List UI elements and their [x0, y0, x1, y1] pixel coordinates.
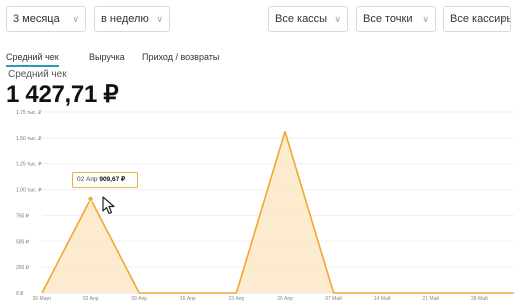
- x-tick-label: 07 Май: [325, 295, 342, 301]
- y-tick-label: 500 ₽: [16, 239, 30, 245]
- x-tick-label: 21 Май: [422, 295, 439, 301]
- y-tick-label: 1.25 тыс. ₽: [16, 162, 42, 168]
- tab-revenue[interactable]: Выручка: [89, 52, 125, 62]
- x-tick-label: 09 Апр: [131, 296, 147, 301]
- tooltip-date: 02 Апр: [77, 176, 98, 183]
- points-select[interactable]: Все точки ∨: [356, 6, 436, 32]
- chevron-down-icon: ∨: [72, 14, 79, 24]
- data-point-highlight[interactable]: [87, 195, 94, 202]
- y-tick-label: 1.50 тыс. ₽: [16, 136, 42, 142]
- x-tick-label: 02 Апр: [83, 296, 99, 301]
- mouse-pointer-icon: [102, 196, 115, 215]
- period-select-value: 3 месяца: [13, 13, 60, 25]
- cash-registers-select[interactable]: Все кассы ∨: [268, 6, 348, 32]
- points-select-value: Все точки: [363, 13, 413, 25]
- y-tick-label: 750 ₽: [16, 213, 30, 219]
- cash-registers-select-value: Все кассы: [275, 13, 328, 25]
- chevron-down-icon: ∨: [334, 14, 341, 24]
- y-tick-label: 250 ₽: [16, 265, 30, 271]
- chevron-down-icon: ∨: [501, 14, 508, 24]
- x-tick-label: 30 Апр: [277, 296, 293, 301]
- y-tick-label: 0 ₽: [16, 291, 24, 297]
- x-tick-label: 26 Март: [33, 296, 53, 301]
- tooltip-value: 909,67 ₽: [99, 176, 126, 183]
- tab-average-check[interactable]: Средний чек: [6, 52, 59, 67]
- y-tick-label: 1.75 тыс. ₽: [16, 110, 42, 116]
- cashiers-select[interactable]: Все кассиры ∨: [443, 6, 511, 32]
- granularity-select[interactable]: в неделю ∨: [94, 6, 170, 32]
- y-tick-label: 1.00 тыс. ₽: [16, 188, 42, 194]
- chevron-down-icon: ∨: [422, 14, 429, 24]
- x-tick-label: 28 Май: [471, 295, 488, 301]
- chart-tooltip: 02 Апр 909,67 ₽: [72, 172, 138, 188]
- x-tick-label: 14 Май: [374, 295, 391, 301]
- granularity-select-value: в неделю: [101, 13, 149, 25]
- x-tick-label: 16 Апр: [180, 296, 196, 301]
- x-tick-label: 23 Апр: [229, 296, 245, 301]
- average-check-chart[interactable]: 0 ₽ 250 ₽ 500 ₽ 750 ₽ 1.00 тыс. ₽ 1.25 тыс. ₽…: [0, 104, 514, 301]
- period-select[interactable]: 3 месяца ∨: [6, 6, 86, 32]
- metric-label: Средний чек: [8, 69, 67, 80]
- chevron-down-icon: ∨: [156, 14, 163, 24]
- tab-income-returns[interactable]: Приход / возвраты: [142, 52, 219, 62]
